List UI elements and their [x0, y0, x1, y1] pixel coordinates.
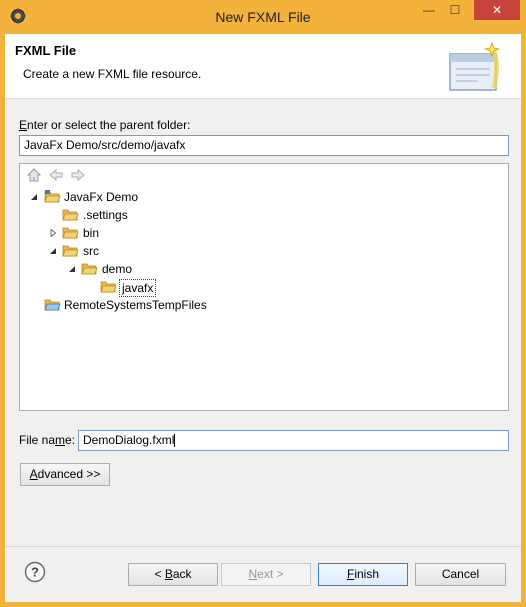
tree-item-remote-systems[interactable]: RemoteSystemsTempFiles — [26, 296, 276, 314]
folder-icon — [62, 227, 79, 239]
parent-folder-input[interactable]: JavaFx Demo/src/demo/javafx — [19, 135, 509, 156]
advanced-button-label: dvanced >> — [37, 467, 101, 481]
new-file-wizard-icon — [449, 42, 501, 91]
svg-text:?: ? — [31, 565, 39, 580]
folder-icon — [62, 209, 79, 221]
parent-folder-label-text: nter or select the parent folder: — [27, 118, 191, 132]
parent-folder-label: Enter or select the parent folder: — [19, 118, 190, 132]
title-bar[interactable]: New FXML File — ☐ ✕ — [0, 0, 526, 34]
tree-item-label: demo — [102, 262, 133, 276]
advanced-button[interactable]: Advanced >> — [20, 463, 110, 486]
collapse-arrow-icon[interactable] — [30, 193, 38, 201]
back-button-prefix: < — [154, 567, 165, 581]
back-arrow-icon[interactable] — [48, 167, 64, 183]
next-button[interactable]: Next > — [221, 563, 311, 586]
mnemonic-a: A — [29, 467, 38, 481]
wizard-banner: FXML File Create a new FXML file resourc… — [5, 34, 521, 99]
tree-item-label: JavaFx Demo — [64, 190, 139, 204]
tree-item-bin[interactable]: bin — [26, 224, 226, 242]
back-button-label: ack — [172, 567, 192, 581]
file-name-label: File name: — [19, 433, 75, 447]
tree-item-javafx[interactable]: javafx — [26, 278, 226, 297]
maximize-button[interactable]: ☐ — [442, 0, 468, 20]
tree-item-javafx-demo[interactable]: JavaFx Demo — [26, 188, 226, 206]
tree-item-demo[interactable]: demo — [26, 260, 226, 278]
forward-arrow-icon[interactable] — [70, 167, 86, 183]
dialog-window: New FXML File — ☐ ✕ FXML File Create a n… — [0, 0, 526, 607]
tree-item-settings[interactable]: .settings — [26, 206, 226, 224]
text-caret — [174, 434, 176, 448]
next-button-label: ext > — [257, 567, 284, 581]
page-title: FXML File — [15, 43, 77, 58]
tree-item-src[interactable]: src — [26, 242, 226, 260]
button-bar-separator — [5, 546, 521, 547]
back-button[interactable]: < Back — [128, 563, 218, 586]
mnemonic-m: m — [55, 433, 66, 447]
folder-icon — [81, 263, 98, 275]
tree-item-label: bin — [83, 226, 100, 240]
help-icon[interactable]: ? — [24, 561, 46, 583]
folder-icon — [62, 245, 79, 257]
mnemonic-n: N — [248, 567, 258, 581]
tree-item-label-selected: javafx — [119, 279, 157, 297]
tree-item-label: .settings — [83, 208, 128, 222]
home-icon[interactable] — [26, 167, 42, 183]
collapse-arrow-icon[interactable] — [68, 265, 76, 273]
finish-button-label: inish — [354, 567, 380, 581]
collapse-arrow-icon[interactable] — [49, 247, 57, 255]
minimize-button[interactable]: — — [416, 0, 442, 20]
project-folder-icon — [44, 299, 61, 311]
file-name-input[interactable]: DemoDialog.fxml — [78, 430, 509, 451]
cancel-button[interactable]: Cancel — [415, 563, 506, 586]
expand-arrow-icon[interactable] — [49, 229, 57, 237]
project-folder-icon — [44, 190, 61, 203]
folder-tree[interactable]: JavaFx Demo .settings bin src demo javaf… — [19, 163, 509, 411]
mnemonic-e: E — [19, 118, 28, 132]
tree-item-label: src — [83, 244, 99, 258]
page-description: Create a new FXML file resource. — [23, 67, 202, 81]
mnemonic-b: B — [164, 567, 173, 581]
folder-icon — [100, 281, 117, 293]
finish-button[interactable]: Finish — [318, 563, 408, 586]
file-name-label-start: File na — [19, 433, 56, 447]
close-button[interactable]: ✕ — [474, 0, 520, 20]
tree-item-label: RemoteSystemsTempFiles — [64, 298, 207, 312]
dialog-client: FXML File Create a new FXML file resourc… — [5, 34, 521, 602]
file-name-label-end: e: — [65, 433, 76, 447]
file-name-value: DemoDialog.fxml — [83, 433, 175, 447]
